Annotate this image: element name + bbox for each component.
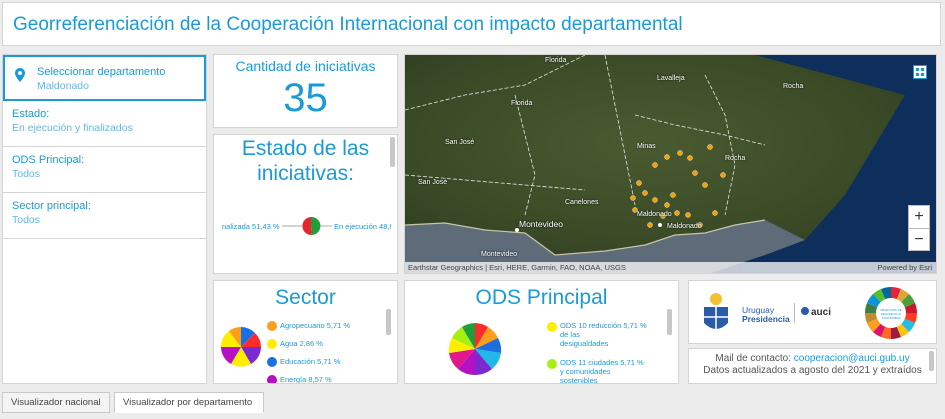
attribution-text: Earthstar Geographics | Esri, HERE, Garm… xyxy=(408,263,626,272)
map-label: Maldonado xyxy=(667,223,702,230)
legend-label: desigualdades xyxy=(560,339,609,348)
filter-value: En ejecución y finalizados xyxy=(12,122,133,134)
sector-legend-item: Agropecuario 5,71 % xyxy=(267,321,351,331)
legend-label: Agropecuario 5,71 % xyxy=(280,321,351,330)
zoom-out-button[interactable]: − xyxy=(909,228,929,250)
header-panel: Georreferenciación de la Cooperación Int… xyxy=(2,2,941,46)
filter-label: Seleccionar departamento xyxy=(37,66,166,78)
map-label: Florida xyxy=(545,57,567,64)
legend-label: Agua 2,86 % xyxy=(280,339,323,348)
sector-filter[interactable]: Sector principal: Todos xyxy=(3,193,206,239)
legend-swatch xyxy=(547,359,557,369)
sector-chart-card: Sector Agropecuario 5,71 % Agua 2,86 % E… xyxy=(213,280,398,384)
legend-grid-icon xyxy=(916,68,924,76)
logos-card: Uruguay Presidencia auci OBJETIVOS DE DE… xyxy=(688,280,937,344)
zoom-in-button[interactable]: + xyxy=(909,206,929,228)
uruguay-presidencia-logo: Uruguay Presidencia xyxy=(742,306,790,324)
contact-line: Mail de contacto: cooperacion@auci.gub.u… xyxy=(689,353,936,365)
tab-visualizador-departamento[interactable]: Visualizador por departamento xyxy=(114,392,264,413)
tab-visualizador-nacional[interactable]: Visualizador nacional xyxy=(2,392,110,413)
ods-pie-chart[interactable] xyxy=(447,321,503,377)
auci-logo-mark xyxy=(801,307,809,315)
sector-pie-chart[interactable] xyxy=(220,326,262,368)
map-label: Rocha xyxy=(783,83,804,90)
map-label: San José xyxy=(445,139,475,146)
pie-slice-ejecucion[interactable] xyxy=(311,216,321,235)
initiatives-count-card: Cantidad de iniciativas 35 xyxy=(213,54,398,128)
sector-legend-item: Agua 2,86 % xyxy=(267,339,323,349)
page-title: Georreferenciación de la Cooperación Int… xyxy=(13,14,683,35)
logo-text: auci xyxy=(811,307,832,318)
count-label: Cantidad de iniciativas xyxy=(235,58,376,74)
status-chart-title-1: Estado de las xyxy=(241,137,370,160)
status-chart-card: Estado de las iniciativas: nalizada 51,4… xyxy=(213,134,398,274)
map-label: Minas xyxy=(637,143,656,150)
status-chart-title-2: iniciativas: xyxy=(257,162,354,185)
filter-value: Todos xyxy=(12,168,41,180)
location-pin-icon xyxy=(15,68,25,82)
ods-legend-item: ODS 11 ciudades 5,71 % y comunidades sos… xyxy=(547,358,644,384)
legend-swatch xyxy=(267,321,277,331)
legend-label: sostenibles xyxy=(560,376,598,384)
map-attribution: Earthstar Geographics | Esri, HERE, Garm… xyxy=(405,262,936,273)
map-label: Maldonado xyxy=(637,211,672,218)
filter-value: Maldonado xyxy=(37,80,89,92)
sector-legend-item: Energía 8,57 % xyxy=(267,375,332,384)
contact-label: Mail de contacto: xyxy=(715,353,792,364)
uruguay-coat-of-arms-logo xyxy=(704,293,728,329)
auci-logo: auci xyxy=(801,307,831,318)
logo-text: Presidencia xyxy=(742,314,790,324)
ods-filter[interactable]: ODS Principal: Todos xyxy=(3,147,206,193)
scrollbar[interactable] xyxy=(386,309,391,335)
data-update-note: Datos actualizados a agosto del 2021 y e… xyxy=(703,365,922,376)
legend-swatch xyxy=(267,375,277,383)
ods-wheel-logo: OBJETIVOS DE DESARROLLO SOSTENIBLE xyxy=(865,287,917,339)
status-label-ejecucion: En ejecución 48,! xyxy=(334,222,392,231)
status-label-finalizada: nalizada 51,43 % xyxy=(222,222,280,231)
legend-swatch xyxy=(267,339,277,349)
ods-chart-title: ODS Principal xyxy=(475,286,608,309)
legend-label: Educación 5,71 % xyxy=(280,357,341,366)
map-label: San José xyxy=(418,179,448,186)
map-label: Lavalleja xyxy=(657,75,685,82)
map-label: Canelones xyxy=(565,199,599,206)
legend-swatch xyxy=(267,357,277,367)
scrollbar[interactable] xyxy=(667,309,672,335)
legend-label: de las xyxy=(560,330,581,339)
estado-filter[interactable]: Estado: En ejecución y finalizados xyxy=(3,101,206,147)
legend-swatch xyxy=(547,322,557,332)
ods-chart-card: ODS Principal ODS 10 reducción 5,71 % de… xyxy=(404,280,679,384)
contact-email-link[interactable]: cooperacion@auci.gub.uy xyxy=(794,353,910,364)
ods-wheel-text: SOSTENIBLE xyxy=(882,316,901,320)
powered-by-esri[interactable]: Powered by Esri xyxy=(877,263,932,272)
filter-value: Todos xyxy=(12,214,41,226)
filter-label: ODS Principal: xyxy=(12,154,85,166)
scrollbar[interactable] xyxy=(929,351,934,371)
map-label: Rocha xyxy=(725,155,746,162)
filter-label: Sector principal: xyxy=(12,200,91,212)
select-department-filter[interactable]: Seleccionar departamento Maldonado xyxy=(3,55,206,101)
map-label: Montevideo xyxy=(481,251,518,258)
contact-card: Mail de contacto: cooperacion@auci.gub.u… xyxy=(688,348,937,384)
legend-button[interactable] xyxy=(913,65,927,79)
map-label: Montevideo xyxy=(519,219,563,229)
satellite-map[interactable] xyxy=(405,55,937,274)
legend-label: ODS 10 reducción 5,71 % xyxy=(560,321,647,330)
scrollbar[interactable] xyxy=(390,137,395,167)
filter-sidebar: Seleccionar departamento Maldonado Estad… xyxy=(2,54,207,384)
filter-label: Estado: xyxy=(12,108,50,120)
logo-divider xyxy=(794,303,795,323)
sector-legend-item: Educación 5,71 % xyxy=(267,357,341,367)
pie-slice-finalizada[interactable] xyxy=(302,217,312,236)
map-label: Florida xyxy=(511,100,533,107)
sector-chart-title: Sector xyxy=(275,286,336,309)
legend-label: ODS 11 ciudades 5,71 % xyxy=(560,358,644,367)
legend-label: Energía 8,57 % xyxy=(280,375,332,384)
ods-legend-item: ODS 10 reducción 5,71 % de las desiguald… xyxy=(547,321,647,348)
zoom-control: + − xyxy=(908,205,930,251)
legend-label: y comunidades xyxy=(560,367,611,376)
map-view[interactable]: Florida Lavalleja Rocha Florida San José… xyxy=(404,54,937,274)
count-value: 35 xyxy=(283,76,328,120)
